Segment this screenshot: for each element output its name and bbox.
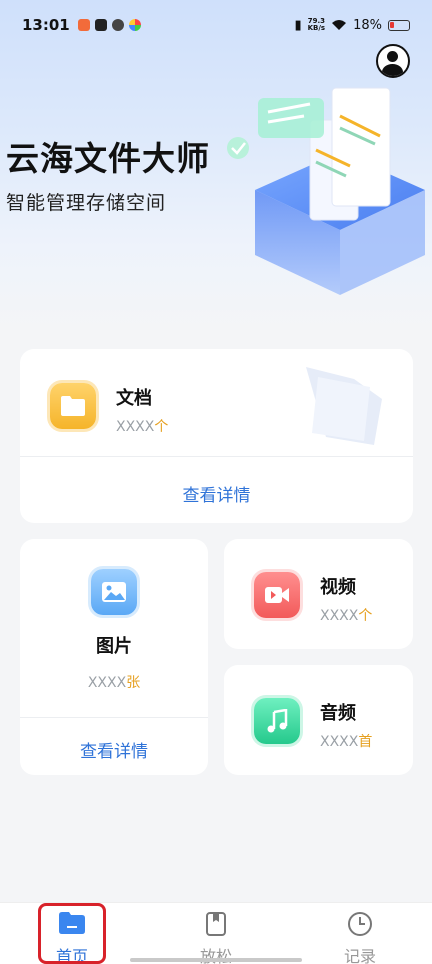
notification-play-icon <box>94 19 107 31</box>
battery-icon <box>388 19 410 31</box>
hero-banner: 13:01 ▮ 79.3 KB/s 18% 云海文件大师 智能管理存储空间 <box>0 0 432 330</box>
notification-pinwheel-icon <box>128 19 141 31</box>
documents-card[interactable]: 文档 XXXX个 查看详情 <box>20 349 413 523</box>
nav-relax[interactable]: 放松 <box>166 903 266 964</box>
network-speed: 79.3 KB/s <box>307 17 326 32</box>
wifi-icon <box>332 20 347 30</box>
card-divider <box>20 456 413 457</box>
battery-label: 18% <box>353 17 382 33</box>
notification-app-icon <box>77 19 90 31</box>
app-title: 云海文件大师 <box>6 139 210 178</box>
gesture-home-bar[interactable] <box>130 958 302 962</box>
notification-link-icon <box>111 19 124 31</box>
pictures-title: 图片 <box>96 636 132 657</box>
bookmark-book-icon <box>206 912 226 936</box>
videos-card[interactable]: 视频 XXXX个 <box>224 539 413 649</box>
nav-records[interactable]: 记录 <box>310 903 410 964</box>
documents-title: 文档 <box>116 388 152 409</box>
pictures-count: XXXX张 <box>87 675 141 691</box>
pictures-card[interactable]: 图片 XXXX张 查看详情 <box>20 539 208 775</box>
documents-view-details-link[interactable]: 查看详情 <box>20 481 413 506</box>
image-icon <box>91 569 137 615</box>
status-time: 13:01 <box>22 16 70 34</box>
file-storage-illustration <box>227 87 425 295</box>
videos-title: 视频 <box>320 577 356 598</box>
videos-count: XXXX个 <box>320 608 373 624</box>
documents-count: XXXX个 <box>116 419 169 435</box>
pictures-view-details-link[interactable]: 查看详情 <box>20 737 208 762</box>
card-divider <box>20 717 208 718</box>
music-note-icon <box>254 698 300 744</box>
folder-illustration-icon <box>306 367 382 445</box>
clock-icon <box>348 912 372 936</box>
audio-count: XXXX首 <box>320 734 373 750</box>
status-bar: 13:01 ▮ 79.3 KB/s 18% <box>0 0 432 50</box>
audio-title: 音频 <box>320 703 356 724</box>
app-subtitle: 智能管理存储空间 <box>6 192 167 214</box>
nav-records-label: 记录 <box>343 947 376 964</box>
profile-avatar-icon[interactable] <box>376 44 410 78</box>
home-highlight-box <box>38 903 106 964</box>
vibrate-icon: ▮ <box>294 17 302 33</box>
folder-icon <box>50 383 96 429</box>
video-camera-icon <box>254 572 300 618</box>
audio-card[interactable]: 音频 XXXX首 <box>224 665 413 775</box>
